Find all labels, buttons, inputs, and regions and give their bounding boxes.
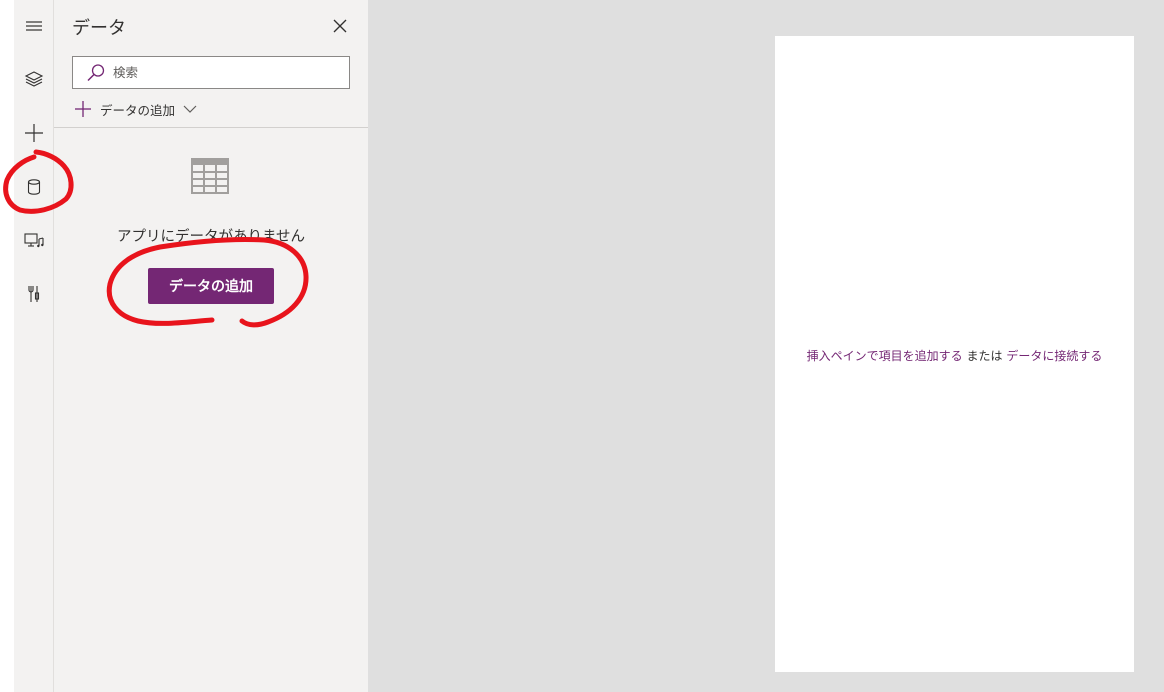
database-icon	[27, 179, 41, 195]
search-input[interactable]	[113, 60, 343, 85]
advanced-tools-button[interactable]	[14, 274, 54, 314]
tree-view-button[interactable]	[14, 59, 54, 99]
app-canvas-screen[interactable]: 挿入ペインで項目を追加する または データに接続する	[775, 36, 1134, 672]
media-icon	[24, 233, 44, 248]
plus-icon	[75, 101, 91, 117]
chevron-down-icon	[183, 105, 197, 113]
add-data-label: データの追加	[100, 102, 176, 118]
plus-icon	[25, 124, 43, 142]
panel-divider	[54, 127, 368, 128]
table-icon	[191, 158, 229, 194]
search-box[interactable]	[72, 56, 350, 89]
add-data-button[interactable]: データの追加	[148, 268, 274, 304]
left-navigation-rail	[14, 0, 54, 692]
tools-icon	[28, 286, 40, 302]
media-button[interactable]	[14, 220, 54, 260]
canvas-hint: 挿入ペインで項目を追加する または データに接続する	[775, 347, 1134, 364]
connect-data-link[interactable]: データに接続する	[1006, 349, 1102, 363]
menu-button[interactable]	[14, 6, 54, 46]
hamburger-icon	[26, 21, 42, 31]
insert-pane-link[interactable]: 挿入ペインで項目を追加する	[807, 349, 963, 363]
data-panel: データ データの追加 アプリにデータがありません データの追	[54, 0, 368, 692]
panel-title: データ	[72, 18, 126, 39]
close-panel-button[interactable]	[328, 14, 352, 38]
add-data-dropdown[interactable]: データの追加	[74, 98, 197, 120]
search-icon	[87, 64, 105, 82]
canvas-hint-or: または	[966, 349, 1003, 363]
data-button[interactable]	[14, 167, 54, 207]
window-left-edge	[0, 0, 14, 692]
empty-state-message: アプリにデータがありません	[116, 229, 306, 245]
insert-button[interactable]	[14, 113, 54, 153]
close-icon	[333, 19, 347, 33]
layers-icon	[24, 71, 44, 87]
